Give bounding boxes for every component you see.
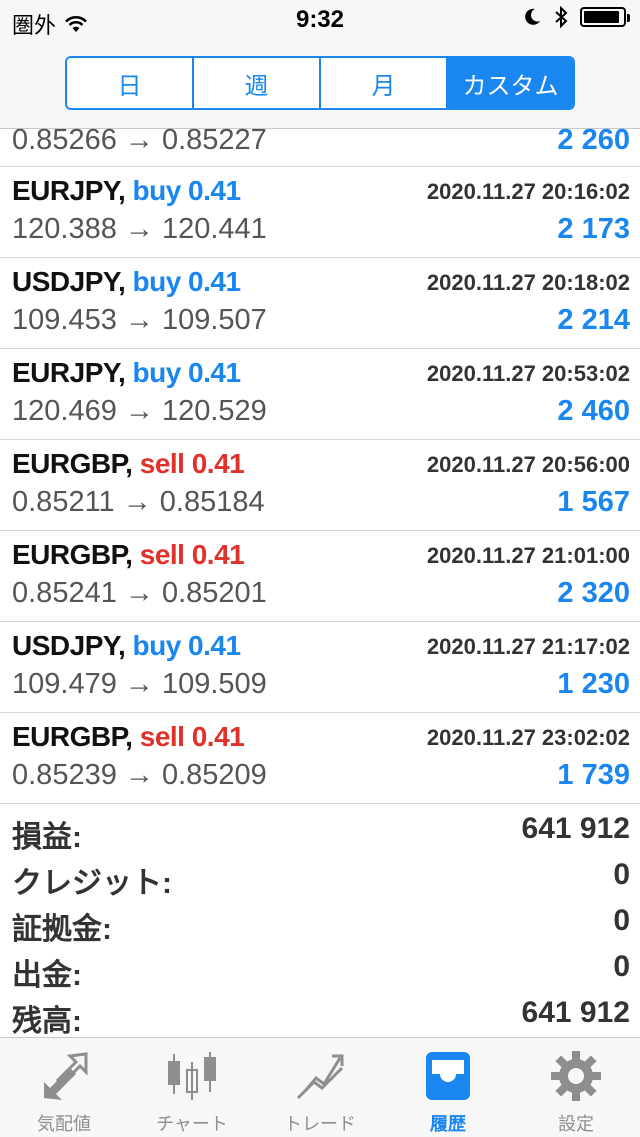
- status-bar: 圏外 9:32: [0, 0, 640, 40]
- summary-label: 証拠金:: [12, 913, 112, 946]
- list-item[interactable]: USDJPY, buy 0.41 2020.11.27 21:17:02 109.4…: [0, 622, 640, 713]
- deal-prices: 120.469 → 120.529: [12, 395, 267, 427]
- summary-label: クレジット:: [12, 867, 172, 900]
- tab-label: チャート: [156, 1114, 228, 1134]
- deal-profit: 1 567: [557, 486, 630, 518]
- summary-value: 0: [613, 904, 630, 937]
- list-item[interactable]: EURGBP, sell 0.41 2020.11.27 21:01:00 0.85…: [0, 531, 640, 622]
- battery-level: [584, 11, 619, 23]
- bluetooth-icon: [555, 6, 568, 28]
- summary-label: 損益:: [12, 821, 82, 854]
- deal-time: 2020.11.27 20:16:02: [426, 179, 630, 204]
- quotes-arrows-icon: [44, 1052, 88, 1100]
- deal-profit: 2 460: [557, 395, 630, 427]
- trade-trend-icon: [296, 1054, 344, 1100]
- battery-icon: [580, 7, 630, 27]
- deal-profit: 2 260: [557, 124, 630, 156]
- summary-value: 641 912: [521, 996, 630, 1029]
- tab-bar: 気配値 チャート トレード 履歴 設定: [0, 1037, 640, 1137]
- deal-symbol: EURGBP,: [12, 539, 133, 570]
- tab-chart[interactable]: チャート: [128, 1038, 256, 1137]
- deal-prices: 0.85241 → 0.85201: [12, 577, 267, 609]
- deal-side: buy 0.41: [132, 266, 242, 297]
- deal-profit: 2 173: [557, 213, 630, 245]
- deal-title: EURJPY, buy 0.41: [12, 175, 241, 207]
- period-segmented-control: 日 週 月 カスタム: [65, 56, 575, 110]
- tab-quotes[interactable]: 気配値: [0, 1038, 128, 1137]
- deal-side: buy 0.41: [132, 357, 242, 388]
- deal-profit: 2 320: [557, 577, 630, 609]
- tab-label: 気配値: [37, 1114, 91, 1134]
- history-inbox-icon: [426, 1052, 470, 1100]
- summary-withdrawal-row: 出金: 0: [0, 946, 640, 992]
- summary-profit-row: 損益: 641 912: [0, 808, 640, 854]
- segment-custom[interactable]: カスタム: [446, 58, 573, 108]
- tab-label: 履歴: [430, 1114, 466, 1134]
- deal-prices: 120.388 → 120.441: [12, 213, 267, 245]
- deal-title: EURGBP, sell 0.41: [12, 448, 245, 480]
- list-item[interactable]: 0.85266 → 0.85227 2 260: [0, 124, 640, 167]
- tab-settings[interactable]: 設定: [512, 1038, 640, 1137]
- list-item[interactable]: EURJPY, buy 0.41 2020.11.27 20:53:02 120.4…: [0, 349, 640, 440]
- deal-time: 2020.11.27 21:17:02: [426, 634, 630, 659]
- deal-symbol: EURJPY,: [12, 357, 126, 388]
- deal-title: EURJPY, buy 0.41: [12, 357, 241, 389]
- segment-week[interactable]: 週: [192, 58, 319, 108]
- summary-value: 0: [613, 858, 630, 891]
- deal-title: EURGBP, sell 0.41: [12, 539, 245, 571]
- deal-symbol: USDJPY,: [12, 266, 126, 297]
- segment-day[interactable]: 日: [67, 58, 192, 108]
- deal-symbol: EURJPY,: [12, 175, 126, 206]
- deal-prices: 109.453 → 109.507: [12, 304, 267, 336]
- moon-icon: [525, 8, 540, 25]
- deals-list: 0.85266 → 0.85227 2 260 EURJPY, buy 0.41…: [0, 124, 640, 804]
- summary-section: 損益: 641 912 クレジット: 0 証拠金: 0 出金: 0 残高: 64…: [0, 808, 640, 1038]
- summary-label: 出金:: [12, 959, 82, 992]
- summary-value: 641 912: [521, 812, 630, 845]
- deal-profit: 1 230: [557, 668, 630, 700]
- deal-time: 2020.11.27 20:53:02: [426, 361, 630, 386]
- summary-deposit-row: 証拠金: 0: [0, 900, 640, 946]
- list-item[interactable]: EURGBP, sell 0.41 2020.11.27 23:02:02 0.85…: [0, 713, 640, 804]
- summary-label: 残高:: [12, 1005, 82, 1038]
- deal-side: sell 0.41: [139, 539, 245, 570]
- settings-gear-icon: [551, 1051, 601, 1101]
- tab-label: トレード: [284, 1114, 356, 1134]
- list-item[interactable]: USDJPY, buy 0.41 2020.11.27 20:18:02 109.4…: [0, 258, 640, 349]
- list-item[interactable]: EURGBP, sell 0.41 2020.11.27 20:56:00 0.85…: [0, 440, 640, 531]
- deal-profit: 1 739: [557, 759, 630, 791]
- deal-side: sell 0.41: [139, 448, 245, 479]
- deal-prices: 109.479 → 109.509: [12, 668, 267, 700]
- deal-profit: 2 214: [557, 304, 630, 336]
- deal-time: 2020.11.27 21:01:00: [426, 543, 630, 568]
- deal-time: 2020.11.27 23:02:02: [426, 725, 630, 750]
- deal-title: USDJPY, buy 0.41: [12, 630, 241, 662]
- candlestick-chart-icon: [168, 1052, 216, 1100]
- summary-value: 0: [613, 950, 630, 983]
- deal-symbol: USDJPY,: [12, 630, 126, 661]
- deal-time: 2020.11.27 20:56:00: [426, 452, 630, 477]
- summary-balance-row: 残高: 641 912: [0, 992, 640, 1038]
- deal-prices: 0.85239 → 0.85209: [12, 759, 267, 791]
- summary-credit-row: クレジット: 0: [0, 854, 640, 900]
- deal-side: buy 0.41: [132, 630, 242, 661]
- period-header: 日 週 月 カスタム: [0, 40, 640, 129]
- tab-history[interactable]: 履歴: [384, 1038, 512, 1137]
- deal-side: sell 0.41: [139, 721, 245, 752]
- deal-title: EURGBP, sell 0.41: [12, 721, 245, 753]
- deal-time: 2020.11.27 20:18:02: [426, 270, 630, 295]
- tab-trade[interactable]: トレード: [256, 1038, 384, 1137]
- list-item[interactable]: EURJPY, buy 0.41 2020.11.27 20:16:02 120.3…: [0, 167, 640, 258]
- segment-month[interactable]: 月: [319, 58, 446, 108]
- deal-prices: 0.85211 → 0.85184: [12, 486, 265, 518]
- deal-symbol: EURGBP,: [12, 448, 133, 479]
- status-right: [522, 6, 630, 28]
- deal-title: USDJPY, buy 0.41: [12, 266, 241, 298]
- tab-label: 設定: [558, 1114, 594, 1134]
- deal-prices: 0.85266 → 0.85227: [12, 124, 267, 156]
- deal-symbol: EURGBP,: [12, 721, 133, 752]
- deal-side: buy 0.41: [132, 175, 242, 206]
